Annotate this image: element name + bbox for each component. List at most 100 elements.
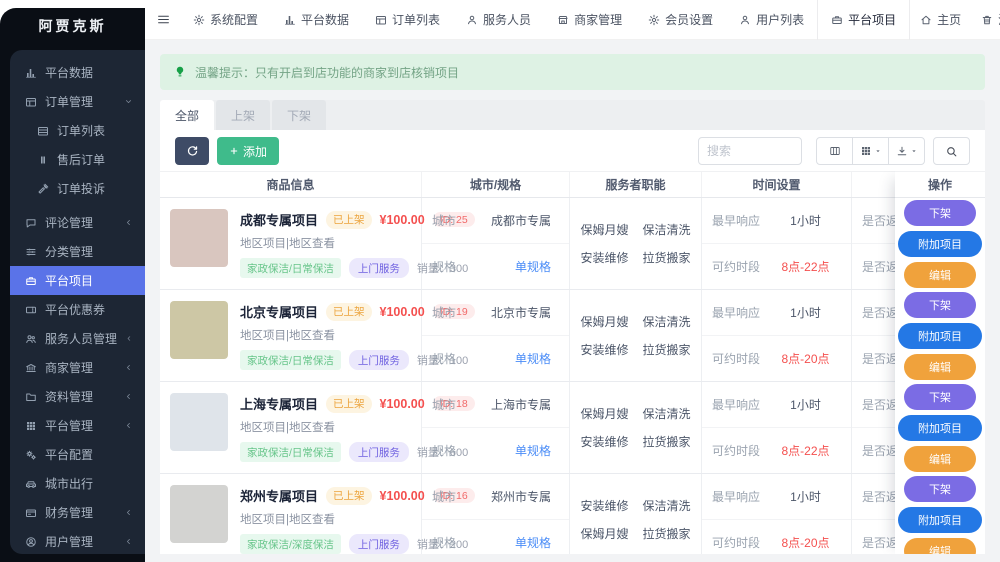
caret-down-icon	[874, 147, 882, 155]
sidebar-item-platform-data[interactable]: 平台数据	[10, 58, 145, 87]
sidebar-item-order-mgmt[interactable]: 订单管理	[10, 87, 145, 116]
sidebar-item-after-sale-orders[interactable]: 售后订单	[10, 145, 145, 174]
product-desc: 地区项目|地区查看	[240, 511, 413, 527]
edit-button[interactable]: 编辑	[904, 446, 976, 472]
ticket-icon	[25, 304, 37, 316]
skill-item: 安装维修	[580, 433, 628, 450]
time-value: 1小时	[760, 304, 851, 321]
car-icon	[25, 478, 37, 490]
take-down-button[interactable]: 下架	[904, 200, 976, 226]
sidebar-item-merchant-mgmt[interactable]: 商家管理	[10, 353, 145, 382]
nav-item-service-staff[interactable]: 服务人员	[453, 0, 544, 40]
skills-cell: 保姆月嫂保洁清洗安装维修拉货搬家	[570, 290, 702, 381]
chev-left-icon	[124, 421, 133, 430]
nav-item-system-config[interactable]: 系统配置	[180, 0, 271, 40]
edit-button[interactable]: 编辑	[904, 354, 976, 380]
edit-button[interactable]: 编辑	[904, 262, 976, 288]
take-down-button[interactable]: 下架	[904, 384, 976, 410]
sidebar-item-comment-mgmt[interactable]: 评论管理	[10, 208, 145, 237]
view-columns-button[interactable]	[816, 137, 853, 165]
list-icon	[37, 125, 49, 137]
status-badge: 已上架	[326, 303, 372, 321]
addon-project-button[interactable]: 附加项目	[898, 323, 982, 349]
tab-on-shelf[interactable]: 上架	[216, 100, 270, 130]
time-label: 最早响应	[712, 212, 760, 229]
skill-item: 保洁清洗	[643, 221, 691, 238]
category-tag: 家政保洁/深度保洁	[240, 534, 341, 554]
time-value: 1小时	[760, 488, 851, 505]
view-options-group	[816, 137, 925, 165]
action-column-header: 操作	[895, 171, 985, 198]
nav-item-merchant-mgmt[interactable]: 商家管理	[544, 0, 635, 40]
sidebar-item-service-staff-mgmt[interactable]: 服务人员管理	[10, 324, 145, 353]
take-down-button[interactable]: 下架	[904, 292, 976, 318]
plus-icon	[229, 146, 239, 156]
user-icon	[466, 14, 478, 26]
table-header-row: 商品信息城市/规格服务者职能时间设置	[160, 171, 985, 198]
time-value: 8点-20点	[760, 350, 851, 367]
nav-item-user-list[interactable]: 用户列表	[726, 0, 817, 40]
product-price: ¥100.00	[380, 489, 425, 503]
product-title: 郑州专属项目	[240, 486, 318, 505]
tab-off-shelf[interactable]: 下架	[272, 100, 326, 130]
search-button[interactable]	[933, 137, 970, 165]
sidebar-item-user-mgmt[interactable]: 用户管理	[10, 527, 145, 554]
chev-left-icon	[124, 218, 133, 227]
sidebar-item-finance-mgmt[interactable]: 财务管理	[10, 498, 145, 527]
cogs-icon	[25, 449, 37, 461]
user-icon	[739, 14, 751, 26]
product-price: ¥100.00	[380, 305, 425, 319]
grid-icon	[25, 420, 37, 432]
home-icon	[920, 14, 932, 26]
user-circle-icon	[25, 536, 37, 548]
add-button[interactable]: 添加	[217, 137, 279, 165]
sidebar-item-city-travel[interactable]: 城市出行	[10, 469, 145, 498]
finance-icon	[25, 507, 37, 519]
nav-item-home[interactable]: 主页	[910, 0, 971, 40]
view-grid-button[interactable]	[852, 137, 889, 165]
table-icon	[25, 96, 37, 108]
product-info-cell: 郑州专属项目已上架¥100.00ID: 16地区项目|地区查看家政保洁/深度保洁…	[160, 474, 422, 554]
flag-label: 是否返	[862, 304, 898, 321]
spec-link[interactable]: 单规格	[515, 350, 551, 367]
chev-left-icon	[125, 334, 133, 343]
spec-link[interactable]: 单规格	[515, 442, 551, 459]
users-icon	[25, 333, 37, 345]
bank-icon	[25, 362, 37, 374]
row-actions: 下架附加项目编辑	[895, 474, 985, 554]
nav-item-platform-project[interactable]: 平台项目	[817, 0, 910, 40]
sidebar-item-category-mgmt[interactable]: 分类管理	[10, 237, 145, 266]
sidebar-toggle-button[interactable]	[157, 13, 170, 26]
sidebar-item-platform-config[interactable]: 平台配置	[10, 440, 145, 469]
nav-item-order-list[interactable]: 订单列表	[362, 0, 453, 40]
refresh-button[interactable]	[175, 137, 209, 165]
gear-icon	[648, 14, 660, 26]
search-input[interactable]	[698, 137, 802, 165]
export-button[interactable]	[888, 137, 925, 165]
skills-cell: 安装维修保洁清洗保姆月嫂拉货搬家	[570, 474, 702, 554]
nav-item-platform-data[interactable]: 平台数据	[271, 0, 362, 40]
skill-item: 安装维修	[580, 497, 628, 514]
spec-link[interactable]: 单规格	[515, 534, 551, 551]
addon-project-button[interactable]: 附加项目	[898, 231, 982, 257]
sidebar-item-order-list[interactable]: 订单列表	[10, 116, 145, 145]
nav-item-member-settings[interactable]: 会员设置	[635, 0, 726, 40]
spec-link[interactable]: 单规格	[515, 258, 551, 275]
time-settings-cell: 最早响应1小时可约时段8点-20点	[702, 290, 852, 381]
sidebar-item-platform-project[interactable]: 平台项目	[10, 266, 145, 295]
folder-icon	[25, 391, 37, 403]
sidebar-item-platform-mgmt[interactable]: 平台管理	[10, 411, 145, 440]
addon-project-button[interactable]: 附加项目	[898, 507, 982, 533]
city-label: 城市	[432, 304, 456, 321]
sidebar-item-material-mgmt[interactable]: 资料管理	[10, 382, 145, 411]
take-down-button[interactable]: 下架	[904, 476, 976, 502]
flag-label: 是否返	[862, 212, 898, 229]
tab-all[interactable]: 全部	[160, 100, 214, 130]
addon-project-button[interactable]: 附加项目	[898, 415, 982, 441]
caret-down-icon	[910, 147, 918, 155]
edit-button[interactable]: 编辑	[904, 538, 976, 554]
time-settings-cell: 最早响应1小时可约时段8点-22点	[702, 382, 852, 473]
nav-item-clear-cache[interactable]: 清除缓存	[971, 0, 1000, 40]
sidebar-item-platform-coupon[interactable]: 平台优惠券	[10, 295, 145, 324]
sidebar-item-order-complaints[interactable]: 订单投诉	[10, 174, 145, 203]
